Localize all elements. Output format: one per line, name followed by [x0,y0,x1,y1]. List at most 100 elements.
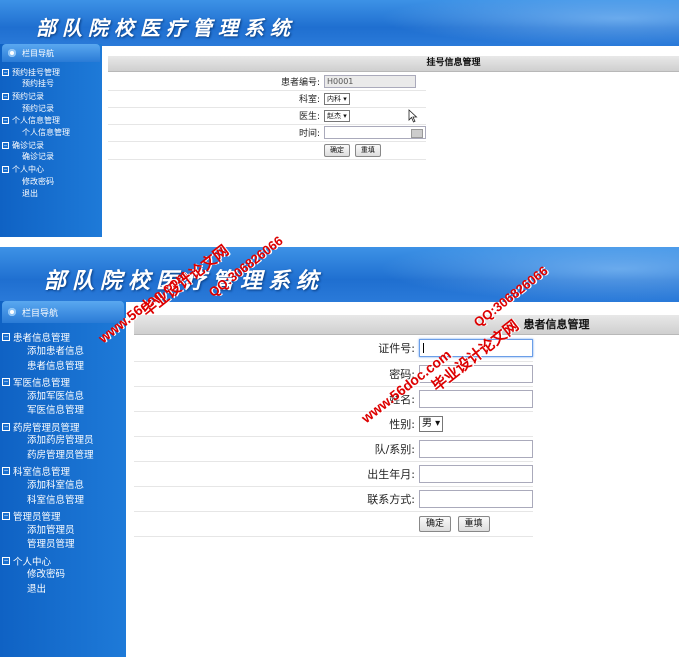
nav-item[interactable]: 退出 [0,583,126,598]
row-doctor: 医生: 赵杰 ▾ [108,107,426,125]
gender-select[interactable]: 男 ▾ [419,415,444,432]
app-header: 部队院校医疗管理系统 [0,0,679,46]
collapse-icon[interactable]: − [2,92,9,100]
nav-group-label: 药房管理员管理 [13,422,80,434]
collapse-icon[interactable]: − [2,422,10,431]
nav-group[interactable]: − 管理员管理 [0,509,126,524]
nav-bullet-icon [8,308,16,316]
main-content: 患者信息管理 证件号: 密码: 姓名: 性别: 男 ▾ 队/系别: 出生年月: … [134,315,679,555]
nav-group[interactable]: − 个人中心 [0,553,126,568]
collapse-icon[interactable]: − [2,556,10,565]
row-gender: 性别: 男 ▾ [134,411,533,437]
nav-group[interactable]: − 个人信息管理 [0,115,102,127]
sidebar: 栏目导航 − 预约挂号管理 预约挂号 − 预约记录 预约记录 − 个人信息管理 个人信息管理 − 确… [0,44,102,237]
nav-tree: − 预约挂号管理 预约挂号 − 预约记录 预约记录 − 个人信息管理 个人信息管理 − 确诊记录 确诊… [0,66,102,200]
nav-group[interactable]: − 个人中心 [0,164,102,176]
collapse-icon[interactable]: − [2,141,9,149]
collapse-icon[interactable]: − [2,512,10,521]
nav-group[interactable]: − 科室信息管理 [0,464,126,479]
collapse-icon[interactable]: − [2,467,10,476]
nav-bullet-icon [8,49,16,57]
nav-group-label: 个人中心 [13,556,52,568]
row-buttons: 确定 重填 [134,511,533,537]
nav-item[interactable]: 军医信息管理 [0,404,126,419]
main-content: 挂号信息管理 患者编号: H0001 科室: 内科 ▾ 医生: 赵杰 ▾ 时间: [108,56,679,237]
nav-item[interactable]: 患者信息管理 [0,360,126,375]
nav-group-label: 个人信息管理 [12,116,60,126]
id-label: 证件号: [134,336,419,362]
app-header: 部队院校医疗管理系统 [0,247,679,302]
reset-button[interactable]: 重填 [457,515,490,532]
nav-item[interactable]: 个人信息管理 [0,127,102,139]
nav-group[interactable]: − 预约挂号管理 [0,66,102,78]
nav-item[interactable]: 预约挂号 [0,78,102,90]
unit-input[interactable] [419,439,533,458]
nav-item[interactable]: 退出 [0,188,102,200]
nav-group[interactable]: − 确诊记录 [0,139,102,151]
row-buttons: 确定 重填 [108,141,426,160]
nav-group-label: 患者信息管理 [13,333,71,345]
nav-item[interactable]: 预约记录 [0,103,102,115]
patient-info-window: 部队院校医疗管理系统 栏目导航 − 患者信息管理 添加患者信息 患者信息管理 − 军医信息… [0,247,679,657]
nav-item[interactable]: 修改密码 [0,176,102,188]
time-label: 时间: [108,124,324,142]
nav-item[interactable]: 添加患者信息 [0,345,126,360]
row-name: 姓名: [134,386,533,412]
nav-item[interactable]: 修改密码 [0,568,126,583]
nav-group[interactable]: − 军医信息管理 [0,375,126,390]
nav-item[interactable]: 添加科室信息 [0,479,126,494]
row-patient-id: 患者编号: H0001 [108,73,426,91]
nav-group-label: 个人中心 [12,165,44,175]
doctor-label: 医生: [108,107,324,125]
nav-group-label: 管理员管理 [13,512,61,524]
nav-item[interactable]: 添加管理员 [0,524,126,539]
nav-item[interactable]: 添加药房管理员 [0,434,126,449]
row-birth: 出生年月: [134,461,533,487]
nav-group-label: 科室信息管理 [13,467,71,479]
collapse-icon[interactable]: − [2,333,10,342]
nav-item[interactable]: 科室信息管理 [0,494,126,509]
row-contact: 联系方式: [134,486,533,512]
confirm-button[interactable]: 确定 [419,515,451,532]
patient-booking-window: 部队院校医疗管理系统 栏目导航 − 预约挂号管理 预约挂号 − 预约记录 预约记录 − 个人信… [0,0,679,237]
department-label: 科室: [108,90,324,108]
nav-tree: − 患者信息管理 添加患者信息 患者信息管理 − 军医信息管理 添加军医信息 军医信息管理 − 药… [0,330,126,598]
nav-group[interactable]: − 药房管理员管理 [0,419,126,434]
app-title: 部队院校医疗管理系统 [36,16,296,40]
calendar-icon[interactable] [411,129,423,138]
department-select[interactable]: 内科 ▾ [324,92,350,105]
nav-group-label: 预约挂号管理 [12,67,60,77]
section-title: 患者信息管理 [523,318,590,331]
nav-header: 栏目导航 [2,301,124,323]
nav-group[interactable]: − 预约记录 [0,90,102,102]
reset-button[interactable]: 重填 [354,143,381,157]
nav-title: 栏目导航 [22,308,59,319]
birth-label: 出生年月: [134,461,419,487]
mouse-cursor-icon [408,109,418,123]
section-title-bar: 挂号信息管理 [108,56,679,72]
nav-group-label: 预约记录 [12,91,44,101]
row-time: 时间: [108,124,426,142]
section-title: 挂号信息管理 [426,58,481,68]
collapse-icon[interactable]: − [2,166,9,174]
section-title-bar: 患者信息管理 [134,315,679,335]
nav-item[interactable]: 确诊记录 [0,151,102,163]
nav-header: 栏目导航 [2,44,100,62]
collapse-icon[interactable]: − [2,117,9,125]
nav-item[interactable]: 药房管理员管理 [0,449,126,464]
collapse-icon[interactable]: − [2,68,9,76]
nav-item[interactable]: 管理员管理 [0,538,126,553]
doctor-select[interactable]: 赵杰 ▾ [324,109,350,122]
contact-input[interactable] [419,489,533,508]
contact-label: 联系方式: [134,486,419,512]
collapse-icon[interactable]: − [2,378,10,387]
time-field[interactable] [324,126,426,139]
patient-id-label: 患者编号: [108,73,324,91]
nav-item[interactable]: 添加军医信息 [0,390,126,405]
nav-group-label: 确诊记录 [12,140,44,150]
birth-input[interactable] [419,464,533,483]
confirm-button[interactable]: 确定 [324,143,350,157]
booking-form: 患者编号: H0001 科室: 内科 ▾ 医生: 赵杰 ▾ 时间: 确定 重填 [108,73,426,160]
patient-id-field[interactable]: H0001 [324,74,416,88]
sidebar: 栏目导航 − 患者信息管理 添加患者信息 患者信息管理 − 军医信息管理 添加军医信息 军医信… [0,301,126,657]
